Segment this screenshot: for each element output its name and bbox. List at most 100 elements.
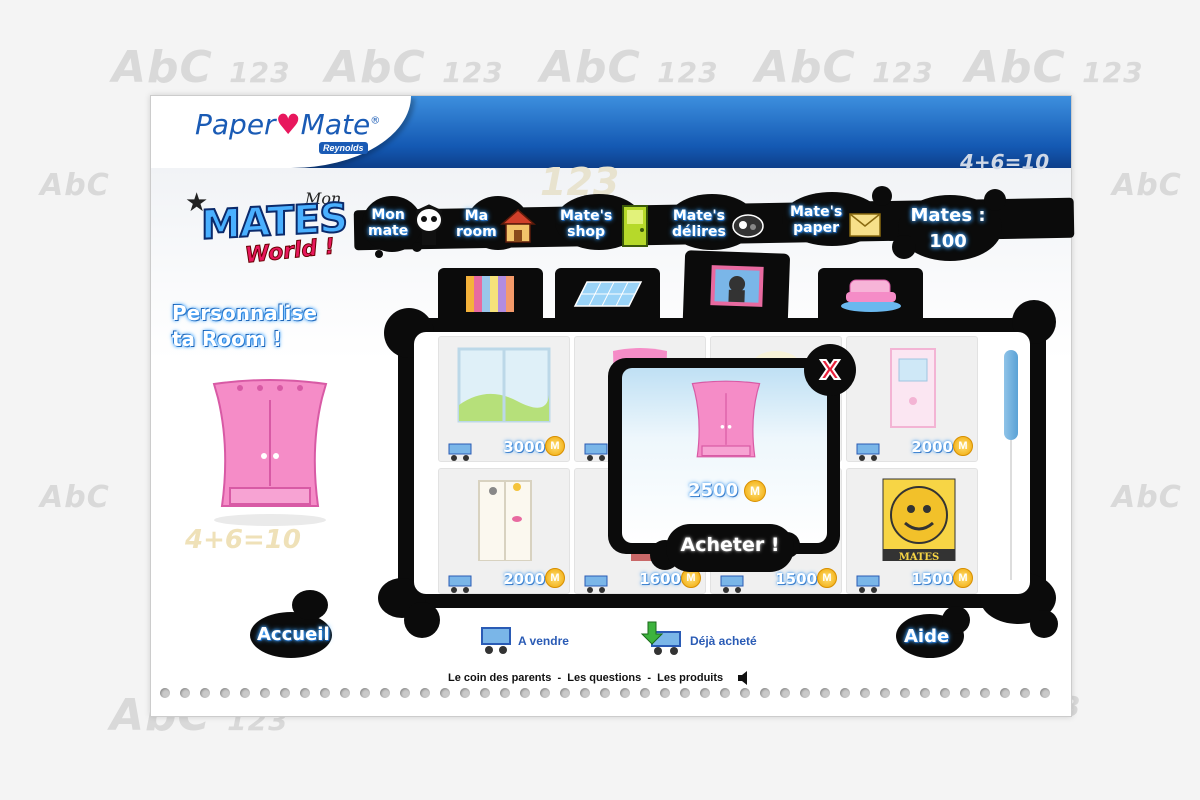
binder-hole [500,688,510,698]
binder-hole [740,688,750,698]
equation-doodle: 4+6=10 [185,525,301,555]
binder-hole [840,688,850,698]
mates-poster-icon: MATES [882,478,956,561]
cart-icon [584,443,608,461]
binder-holes [160,688,1060,700]
binder-hole [240,688,250,698]
reynolds-badge: Reynolds [319,142,368,154]
binder-hole [200,688,210,698]
shop-item[interactable]: 3000 M [438,336,570,462]
shop-item[interactable]: 2000 M [438,468,570,594]
equation-doodle: 4+6=10 [960,150,1050,174]
nav-mon-mate[interactable]: Mon mate [368,207,408,239]
abc-doodle: AbC 123 [540,42,719,93]
for-sale-legend[interactable]: A vendre [518,634,569,648]
coin-icon: M [953,568,973,588]
paper-mate-logo[interactable]: Paper♥Mate® [195,108,380,141]
cart-icon [481,627,511,654]
popup-price: 2500 [688,480,739,501]
cart-download-icon [640,621,681,655]
abc-doodle: AbC 123 [325,42,504,93]
shop-item[interactable]: 2000 M [846,336,978,462]
binder-hole [440,688,450,698]
cart-icon [448,443,472,461]
tab-wallpaper[interactable] [438,268,543,320]
binder-hole [520,688,530,698]
customize-title: Personnalise ta Room ! [172,301,317,351]
poster-text: MATES [899,552,940,561]
binder-hole [1000,688,1010,698]
binder-hole [380,688,390,698]
item-price: 2000 [503,570,545,588]
nav-ma-room[interactable]: Ma room [456,208,497,240]
abc-doodle: AbC 123 [112,42,291,93]
close-button[interactable]: X [804,344,856,396]
item-price: 1500 [775,570,817,588]
item-price: 1500 [911,570,953,588]
binder-hole [700,688,710,698]
footer-links: Le coin des parents - Les questions - Le… [448,672,723,684]
binder-hole [220,688,230,698]
shop-door-icon [622,205,648,247]
tab-decor[interactable] [682,250,791,322]
home-button[interactable]: Accueil [257,624,330,645]
binder-hole [660,688,670,698]
binder-hole [540,688,550,698]
pink-wardrobe-icon [691,380,761,458]
binder-hole [760,688,770,698]
binder-hole [940,688,950,698]
nav-mates-delires[interactable]: Mate's délires [672,208,726,240]
binder-hole [1040,688,1050,698]
abc-doodle: AbC 123 [755,42,934,93]
binder-hole [280,688,290,698]
item-price: 1600 [639,570,681,588]
binder-hole [780,688,790,698]
white-wardrobe-icon [478,480,532,561]
close-icon: X [819,355,841,387]
shop-item[interactable]: MATES 1500 M [846,468,978,594]
bought-legend[interactable]: Déjà acheté [690,634,757,648]
cart-icon [584,575,608,593]
buy-button[interactable]: Acheter ! [666,524,794,572]
binder-hole [260,688,270,698]
coin-icon: M [744,480,766,502]
binder-hole [180,688,190,698]
binder-hole [640,688,650,698]
pink-armchair-icon [840,279,901,312]
binder-hole [300,688,310,698]
parents-link[interactable]: Le coin des parents [448,672,551,684]
heart-icon: ♥ [275,108,301,141]
window-landscape-icon [457,347,551,423]
binder-hole [680,688,690,698]
mates-value: 100 [929,231,967,252]
questions-link[interactable]: Les questions [567,672,641,684]
striped-wallpaper-icon [465,276,514,312]
binder-hole [620,688,630,698]
binder-hole [460,688,470,698]
binder-hole [160,688,170,698]
tab-floor[interactable] [555,268,660,320]
binder-hole [1020,688,1030,698]
nav-mates-shop[interactable]: Mate's shop [560,208,612,240]
scroll-track[interactable] [1010,440,1012,580]
binder-hole [600,688,610,698]
coin-icon: M [953,436,973,456]
products-link[interactable]: Les produits [657,672,723,684]
tab-furniture[interactable] [818,268,923,320]
nav-mates-paper[interactable]: Mate's paper [790,204,842,236]
mates-counter: Mates : 100 [892,189,1018,263]
binder-hole [360,688,370,698]
abc-doodle: AbC [40,168,110,203]
speaker-icon[interactable] [738,671,748,685]
binder-hole [900,688,910,698]
binder-hole [980,688,990,698]
item-price: 2000 [911,438,953,456]
abc-doodle: AbC 123 [965,42,1144,93]
house-icon [500,209,536,243]
envelope-icon [849,213,881,237]
binder-hole [480,688,490,698]
binder-hole [400,688,410,698]
abc-doodle: AbC [1112,480,1182,515]
help-button[interactable]: Aide [904,626,949,647]
scroll-thumb[interactable] [1004,350,1018,440]
